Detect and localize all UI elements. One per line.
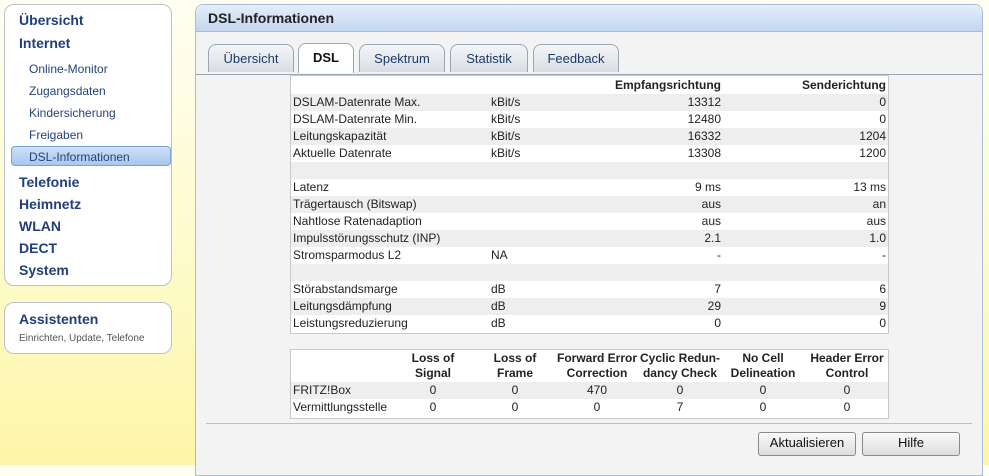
tab-feedback[interactable]: Feedback [533, 44, 619, 72]
nav-freigaben[interactable]: Freigaben [29, 128, 83, 142]
table-row: Vermittlungsstelle 0 0 0 7 0 0 [291, 399, 888, 416]
err-value: 0 [429, 400, 437, 414]
err-value: 470 [586, 383, 608, 397]
row-upstream-value: 13 ms [853, 180, 886, 194]
err-col-header: Loss of [411, 351, 455, 365]
row-upstream-value: 9 [879, 299, 886, 313]
refresh-button[interactable]: Aktualisieren [758, 432, 856, 456]
err-col-header: Header Error [810, 351, 884, 365]
nav-online-monitor[interactable]: Online-Monitor [29, 62, 108, 76]
err-col-header: Forward Error [556, 351, 637, 365]
nav-internet[interactable]: Internet [19, 35, 70, 51]
nav-assistenten[interactable]: Assistenten [19, 311, 98, 327]
err-row-label: Vermittlungsstelle [293, 400, 388, 414]
err-value: 0 [593, 400, 601, 414]
table-row: Latenz 9 ms 13 ms [291, 179, 888, 196]
table-row: Leitungsdämpfung dB 29 9 [291, 298, 888, 315]
table-row: Störabstandsmarge dB 7 6 [291, 281, 888, 298]
nav-kindersicherung[interactable]: Kindersicherung [29, 106, 116, 120]
row-upstream-value: 1200 [859, 146, 886, 160]
row-upstream-value: 1204 [859, 129, 886, 143]
err-value: 0 [511, 400, 519, 414]
row-label: Leitungskapazität [293, 129, 387, 143]
row-label: Stromsparmodus L2 [293, 248, 402, 262]
err-value: 0 [843, 400, 851, 414]
err-col-header: Signal [414, 366, 451, 380]
table-row: Aktuelle Datenrate kBit/s 13308 1200 [291, 145, 888, 162]
row-label: Leistungsreduzierung [293, 316, 408, 330]
row-label: DSLAM-Datenrate Min. [293, 112, 418, 126]
tab-spektrum[interactable]: Spektrum [359, 44, 445, 72]
table-row: Nahtlose Ratenadaption aus aus [291, 213, 888, 230]
nav-system[interactable]: System [19, 262, 69, 278]
table-row: Impulsstörungsschutz (INP) 2.1 1.0 [291, 230, 888, 247]
row-upstream-value: 6 [879, 282, 886, 296]
table-row: Leitungskapazität kBit/s 16332 1204 [291, 128, 888, 145]
row-upstream-value: aus [866, 214, 886, 228]
tab-bar: Übersicht DSL Spektrum Statistik Feedbac… [196, 32, 982, 75]
nav-wlan[interactable]: WLAN [19, 218, 61, 234]
err-col-header: No Cell [742, 351, 784, 365]
row-upstream-value: 1.0 [869, 231, 886, 245]
row-upstream-value: an [872, 197, 886, 211]
err-value: 0 [511, 383, 519, 397]
err-col-header: Correction [566, 366, 628, 380]
table-row: Leistungsreduzierung dB 0 0 [291, 315, 888, 332]
panel-header: DSL-Informationen [196, 5, 982, 32]
help-button[interactable]: Hilfe [862, 432, 960, 456]
table-row: FRITZ!Box 0 0 470 0 0 0 [291, 382, 888, 399]
row-label: Latenz [293, 180, 330, 194]
err-col-header: dancy Check [642, 366, 718, 380]
err-col-header: Frame [496, 366, 534, 380]
err-col-header: Control [825, 366, 869, 380]
page-title: DSL-Informationen [208, 10, 334, 26]
tab-dsl[interactable]: DSL [298, 43, 354, 73]
row-upstream-value: 0 [879, 316, 886, 330]
row-label: Impulsstörungsschutz (INP) [293, 231, 441, 245]
tab-uebersicht[interactable]: Übersicht [208, 44, 294, 72]
row-upstream-value: - [882, 248, 886, 262]
err-value: 0 [843, 383, 851, 397]
err-row-label: FRITZ!Box [293, 383, 352, 397]
assistenten-description: Einrichten, Update, Telefone [19, 333, 145, 344]
error-counter-table: Loss of Signal Loss of Frame Forward Error Co… [290, 349, 889, 419]
table-row: Trägertausch (Bitswap) aus an [291, 196, 888, 213]
err-col-header: Loss of [493, 351, 537, 365]
tab-statistik[interactable]: Statistik [450, 44, 528, 72]
err-value: 0 [429, 383, 437, 397]
nav-zugangsdaten[interactable]: Zugangsdaten [29, 84, 106, 98]
tab-content: Empfangsrichtung Senderichtung DSLAM-Dat… [196, 75, 982, 475]
err-value: 0 [676, 383, 684, 397]
table-header-row: Empfangsrichtung Senderichtung [291, 77, 888, 94]
table-row: DSLAM-Datenrate Min. kBit/s 12480 0 [291, 111, 888, 128]
err-value: 0 [759, 383, 767, 397]
err-col-header: Delineation [730, 366, 796, 380]
nav-dsl-informationen[interactable]: DSL-Informationen [29, 150, 130, 164]
row-label: Leitungsdämpfung [293, 299, 392, 313]
err-col-header: Cyclic Redun- [639, 351, 720, 365]
table-row [291, 264, 888, 281]
row-label: DSLAM-Datenrate Max. [293, 95, 421, 109]
dsl-info-table: Empfangsrichtung Senderichtung DSLAM-Dat… [290, 75, 889, 334]
row-label: Störabstandsmarge [293, 282, 398, 296]
main-navigation: Übersicht Internet Online-Monitor Zugang… [4, 4, 172, 286]
err-value: 7 [676, 400, 684, 414]
col-header-senderichtung: Senderichtung [801, 78, 886, 92]
nav-heimnetz[interactable]: Heimnetz [19, 196, 81, 212]
row-label: Trägertausch (Bitswap) [293, 197, 417, 211]
table-row: Stromsparmodus L2 NA - - [291, 247, 888, 264]
row-label: Nahtlose Ratenadaption [293, 214, 422, 228]
nav-telefonie[interactable]: Telefonie [19, 174, 79, 190]
nav-dect[interactable]: DECT [19, 240, 57, 256]
nav-uebersicht[interactable]: Übersicht [19, 12, 84, 28]
footer-separator [206, 423, 972, 424]
table-row: DSLAM-Datenrate Max. kBit/s 13312 0 [291, 94, 888, 111]
main-panel: DSL-Informationen Übersicht DSL Spektrum… [195, 4, 983, 476]
row-upstream-value: 0 [879, 95, 886, 109]
err-value: 0 [759, 400, 767, 414]
assistants-box: Assistenten Einrichten, Update, Telefone [4, 302, 172, 354]
table-row [291, 162, 888, 179]
row-label: Aktuelle Datenrate [293, 146, 392, 160]
row-upstream-value: 0 [879, 112, 886, 126]
